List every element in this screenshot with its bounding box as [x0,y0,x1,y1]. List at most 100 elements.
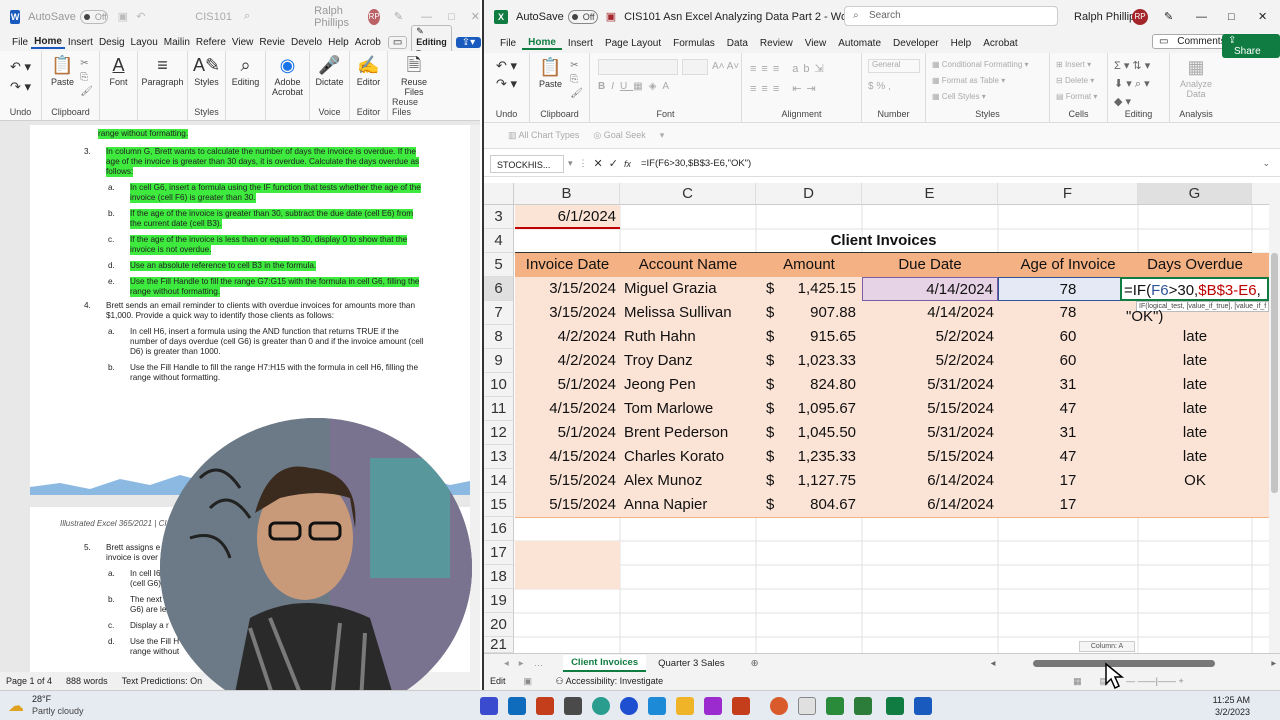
redo-ribbon-icon[interactable]: ↷ ▾ [10,77,31,97]
row-header[interactable]: 9 [484,349,514,373]
cell-days-overdue[interactable]: late [1138,349,1252,373]
tab-insert[interactable]: Insert [65,37,96,48]
expand-formula-bar-icon[interactable]: ⌄ [1262,158,1270,169]
header-days-overdue[interactable]: Days Overdue [1138,253,1252,277]
cell-amount[interactable]: 1,023.33 [780,349,856,373]
cell-due-date[interactable]: 4/14/2024 [862,277,998,301]
column-header-d[interactable]: D [756,183,862,205]
word-count[interactable]: 888 words [66,676,108,686]
paste-button[interactable]: 📋 Paste [539,57,562,89]
cell-age[interactable]: 78 [998,277,1138,301]
tab-developer[interactable]: Developer [887,38,945,49]
cell-age[interactable]: 78 [998,301,1138,325]
row-header[interactable]: 8 [484,325,514,349]
row-header[interactable]: 13 [484,445,514,469]
tab-formulas[interactable]: Formulas [667,38,721,49]
cell-invoice-date[interactable]: 5/1/2024 [515,373,616,397]
tab-page-layout[interactable]: Page Layout [599,38,667,49]
weather-icon[interactable]: ☁ [8,696,24,716]
app-icon[interactable] [564,697,582,715]
cell-currency[interactable]: $ [766,325,780,349]
font-size-dropdown[interactable] [682,59,708,75]
accessibility-status[interactable]: ⚇ Accessibility: Investigate [556,676,664,687]
cell-due-date[interactable]: 6/14/2024 [862,493,994,517]
tab-review[interactable]: Review [754,38,799,49]
header-invoice-date[interactable]: Invoice Date [515,253,620,277]
cell-age[interactable]: 60 [998,325,1138,349]
tab-help[interactable]: Help [325,37,352,48]
cell-days-overdue[interactable] [1138,493,1252,517]
cell-currency[interactable]: $ [766,349,780,373]
row-header[interactable]: 4 [484,229,514,253]
maximize-icon[interactable]: □ [448,11,455,23]
cell-due-date[interactable]: 6/14/2024 [862,469,994,493]
tab-layout[interactable]: Layou [128,37,161,48]
row-header[interactable]: 21 [484,637,514,653]
app-icon[interactable] [732,697,750,715]
column-header-e[interactable]: E [862,183,998,205]
search-icon[interactable]: ⌕ [244,10,250,23]
camtasia-icon[interactable] [826,697,844,715]
worksheet-grid[interactable]: B C D E F G 3 4 5 6 7 8 9 10 11 12 13 14… [484,183,1280,653]
close-icon[interactable]: ✕ [1258,10,1267,23]
row-header[interactable]: 19 [484,589,514,613]
sheet-more-icon[interactable]: … [534,658,544,669]
cell-age[interactable]: 47 [998,397,1138,421]
tab-help[interactable]: Help [945,38,978,49]
row-header[interactable]: 18 [484,565,514,589]
tab-references[interactable]: Refere [193,37,229,48]
column-header-g[interactable]: G [1138,183,1252,205]
pen-icon[interactable]: ✎ [394,10,403,23]
cell-currency[interactable]: $ [766,493,780,517]
cell-currency[interactable]: $ [766,421,780,445]
cut-copy-icons[interactable]: ✂ ⎘ 🖌 [570,59,583,101]
add-sheet-icon[interactable]: ⊕ [751,658,759,669]
conditional-formatting-button[interactable]: ▦ Conditional Formatting ▾ [932,57,1029,73]
word-scrollbar[interactable] [470,125,480,672]
cell-g7-overflow[interactable]: "OK") [1126,305,1186,329]
weather-desc[interactable]: Partly cloudy [32,706,84,716]
tab-home[interactable]: Home [31,36,65,49]
paragraph-button[interactable]: ≡ Paragraph [141,55,183,87]
cell-amount[interactable]: 1,045.50 [780,421,856,445]
format-as-table-button[interactable]: ▦ Format as Table ▾ [932,73,1029,89]
brave-icon[interactable] [770,697,788,715]
tab-file[interactable]: File [494,38,522,49]
sheet-tab-quarter-3-sales[interactable]: Quarter 3 Sales [650,656,733,671]
cell-invoice-date[interactable]: 5/15/2024 [515,469,616,493]
number-format-icons[interactable]: $ % , [868,81,891,92]
header-account-name[interactable]: Account Name [620,253,756,277]
tab-acrobat[interactable]: Acrobat [977,38,1023,49]
cell-age[interactable]: 17 [998,493,1138,517]
autosave-toggle[interactable]: Off [79,9,108,24]
avatar[interactable]: RP [368,8,380,25]
cell-account-name[interactable]: Ruth Hahn [624,325,754,349]
column-header-f[interactable]: F [998,183,1138,205]
formula-input[interactable]: =IF(F6>30,$B$3-E6,"OK") [641,158,751,169]
enter-icon[interactable]: ✓ [609,157,618,170]
alignment-icons[interactable]: ≡≡≡ ab⇲ ≡≡≡ ⇤⇥ [750,59,829,99]
font-format-icons[interactable]: BIU▦◈A [598,81,675,92]
cell-account-name[interactable]: Alex Munoz [624,469,754,493]
sheet-tab-client-invoices[interactable]: Client Invoices [563,655,647,672]
cell-invoice-date[interactable]: 3/15/2024 [515,277,616,301]
word-taskbar-icon[interactable] [914,697,932,715]
cell-days-overdue[interactable]: late [1138,421,1252,445]
cell-account-name[interactable]: Jeong Pen [624,373,754,397]
cell-due-date[interactable]: 4/14/2024 [862,301,994,325]
row-header[interactable]: 14 [484,469,514,493]
vertical-scrollbar[interactable] [1269,183,1280,653]
tab-file[interactable]: File [2,37,31,48]
cell-styles-button[interactable]: ▦ Cell Styles ▾ [932,89,1029,105]
row-header[interactable]: 3 [484,205,514,229]
styles-button[interactable]: A✎ Styles [193,55,220,87]
insert-cells-button[interactable]: ⊞ Insert ▾ [1056,57,1097,73]
insert-function-icon[interactable]: fx [624,159,631,169]
header-age-of-invoice[interactable]: Age of Invoice [998,253,1138,277]
table-title[interactable]: Client Invoices [515,229,1252,253]
row-header[interactable]: 15 [484,493,514,517]
cell-currency[interactable]: $ [766,397,780,421]
cell-amount[interactable]: 1,095.67 [780,397,856,421]
cell-age[interactable]: 17 [998,469,1138,493]
app-icon[interactable] [798,697,816,715]
